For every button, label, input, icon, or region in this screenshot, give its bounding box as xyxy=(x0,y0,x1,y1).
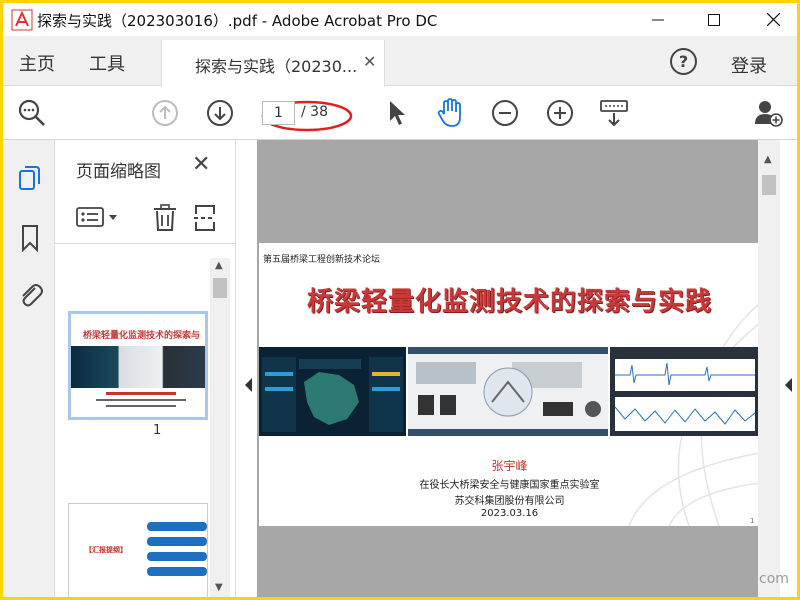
thumbnail-1-image xyxy=(71,346,205,388)
panel-toolbar xyxy=(55,192,235,244)
thumbnail-1-text-line xyxy=(106,405,176,407)
page-thumbnails-button[interactable] xyxy=(16,164,44,192)
panel-splitter[interactable] xyxy=(235,140,257,597)
minimize-button[interactable] xyxy=(635,3,681,36)
zoom-in-button[interactable] xyxy=(544,97,576,129)
signal-waveform-image xyxy=(610,347,760,436)
slide-title: 桥梁轻量化监测技术的探索与实践 xyxy=(306,287,712,317)
minimize-icon xyxy=(652,19,664,20)
thumbnail-1-title: 桥梁轻量化监测技术的探索与 xyxy=(83,331,201,341)
login-button[interactable]: 登录 xyxy=(731,52,767,78)
thumbnail-2-item-bar xyxy=(147,567,207,576)
select-cursor-icon xyxy=(390,101,405,125)
slide-image-strip xyxy=(259,347,760,436)
share-user-button[interactable] xyxy=(753,97,785,129)
prev-page-button[interactable] xyxy=(149,97,181,129)
presentation-date: 2023.03.16 xyxy=(480,508,539,519)
share-user-icon xyxy=(755,101,783,127)
forum-name: 第五届桥梁工程创新技术论坛 xyxy=(263,255,381,265)
scroll-down-icon[interactable]: ▼ xyxy=(215,582,223,593)
tab-document[interactable]: 探索与实践（20230... ✕ xyxy=(161,40,385,87)
tab-row: 主页 工具 探索与实践（20230... ✕ ? 登录 xyxy=(3,36,797,87)
window-title: 探索与实践（202303016）.pdf - Adobe Acrobat Pro… xyxy=(37,12,438,30)
document-scrollbar[interactable]: ▲ xyxy=(758,140,780,597)
monitoring-dashboard-image xyxy=(259,347,406,436)
watermark-text: com xyxy=(759,571,789,587)
thumbnail-options-icon xyxy=(76,207,117,227)
scroll-up-icon[interactable]: ▲ xyxy=(215,260,223,271)
acrobat-app-icon xyxy=(11,9,33,31)
zoom-in-icon xyxy=(547,100,573,126)
collapse-panel-icon[interactable] xyxy=(244,378,254,392)
zoom-search-button[interactable] xyxy=(16,97,48,129)
zoom-out-button[interactable] xyxy=(489,97,521,129)
document-tab-label: 探索与实践（20230... xyxy=(195,57,358,76)
tab-close-icon[interactable]: ✕ xyxy=(363,52,376,71)
main-toolbar: 1 / 38 xyxy=(3,87,797,140)
close-icon xyxy=(766,13,780,26)
keyboard-tool-icon xyxy=(600,100,628,127)
thumbnail-1-text-line xyxy=(96,399,186,401)
panel-close-icon[interactable]: ✕ xyxy=(192,152,210,177)
expand-right-panel-icon[interactable] xyxy=(784,378,794,392)
hand-tool-icon xyxy=(437,98,461,127)
page-thumbnail-2[interactable]: 【汇报提纲】 xyxy=(68,503,208,597)
next-page-icon xyxy=(207,100,233,126)
help-icon[interactable]: ? xyxy=(670,48,697,75)
left-navigation-rail xyxy=(3,140,55,597)
attachments-button[interactable] xyxy=(16,280,44,308)
thumbnail-1-text-line xyxy=(106,392,176,395)
thumbnail-scrollbar[interactable]: ▲ ▼ xyxy=(210,258,230,597)
page-thumbnail-1[interactable]: 桥梁轻量化监测技术的探索与 xyxy=(68,311,208,420)
select-tool-button[interactable] xyxy=(380,97,412,129)
split-pages-icon xyxy=(194,205,215,231)
sensor-equipment-image xyxy=(408,347,608,436)
bookmark-icon xyxy=(22,225,38,252)
split-pages-button[interactable] xyxy=(194,204,218,236)
acrobat-window: 探索与实践（202303016）.pdf - Adobe Acrobat Pro… xyxy=(3,3,797,597)
slide-page-number: 1 xyxy=(750,517,755,525)
title-bar: 探索与实践（202303016）.pdf - Adobe Acrobat Pro… xyxy=(3,3,797,36)
thumbnail-2-heading: 【汇报提纲】 xyxy=(85,546,127,554)
document-scroll-thumb[interactable] xyxy=(762,175,776,195)
prev-page-icon xyxy=(152,100,178,126)
thumbnail-2-item-bar xyxy=(147,537,207,546)
page-thumbnails-icon xyxy=(19,166,40,190)
maximize-button[interactable] xyxy=(691,3,737,36)
bookmarks-button[interactable] xyxy=(16,224,44,252)
thumbnail-2-item-bar xyxy=(147,552,207,561)
zoom-out-icon xyxy=(492,100,518,126)
zoom-search-icon xyxy=(18,99,45,126)
close-window-button[interactable] xyxy=(750,3,796,36)
current-page-input[interactable]: 1 xyxy=(262,101,295,125)
thumbnail-options-button[interactable] xyxy=(76,206,120,232)
thumbnail-1-label: 1 xyxy=(153,423,162,438)
pdf-page-1: 第五届桥梁工程创新技术论坛 桥梁轻量化监测技术的探索与实践 张宇峰 在役长大桥梁… xyxy=(259,243,760,526)
keyboard-tool-button[interactable] xyxy=(598,97,630,129)
tab-tools[interactable]: 工具 xyxy=(89,50,125,76)
next-page-button[interactable] xyxy=(204,97,236,129)
affiliation-company: 苏交科集团股份有限公司 xyxy=(454,496,565,507)
author-name: 张宇峰 xyxy=(491,459,528,473)
affiliation-lab: 在役长大桥梁安全与健康国家重点实验室 xyxy=(419,480,600,491)
page-total: / 38 xyxy=(301,104,328,120)
thumbnail-scroll-thumb[interactable] xyxy=(213,278,227,298)
document-view[interactable]: 第五届桥梁工程创新技术论坛 桥梁轻量化监测技术的探索与实践 张宇峰 在役长大桥梁… xyxy=(257,140,760,597)
right-collapse-strip[interactable] xyxy=(780,140,797,597)
tab-home[interactable]: 主页 xyxy=(19,50,55,76)
thumbnails-panel: 页面缩略图 ✕ 桥梁轻量化监测技术的探索与 1 【汇报提纲】 ▲ ▼ xyxy=(55,140,235,597)
trash-icon xyxy=(154,204,176,231)
delete-pages-button[interactable] xyxy=(152,204,178,236)
paperclip-icon xyxy=(22,284,43,307)
thumbnail-2-item-bar xyxy=(147,522,207,531)
maximize-icon xyxy=(708,13,720,26)
hand-tool-button[interactable] xyxy=(434,97,466,129)
panel-title: 页面缩略图 xyxy=(76,162,161,182)
doc-scroll-up-icon[interactable]: ▲ xyxy=(764,154,772,165)
